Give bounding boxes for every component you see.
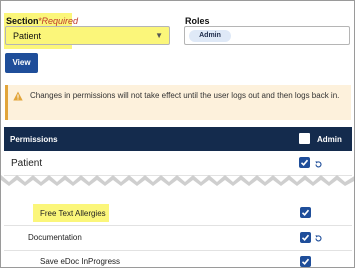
- permission-row-documentation: Documentation: [4, 226, 352, 251]
- permissions-table-header: Permissions Admin: [4, 127, 352, 151]
- permission-row-label: Patient: [11, 158, 43, 169]
- permission-row-free-text-allergies: Free Text Allergies: [4, 200, 352, 225]
- admin-column-label: Admin: [317, 135, 342, 144]
- role-chip-admin[interactable]: Admin: [189, 30, 231, 42]
- permission-row-label: Save eDoc InProgress: [40, 257, 121, 266]
- torn-edge-divider: [1, 175, 354, 186]
- permissions-header-title: Permissions: [10, 135, 58, 144]
- section-select-value: Patient: [13, 31, 42, 41]
- permissions-alert: Changes in permissions will not take eff…: [5, 85, 351, 120]
- section-label: Section: [6, 16, 39, 26]
- warning-icon: [13, 91, 23, 101]
- admin-permission-checkbox[interactable]: [299, 157, 310, 168]
- permission-row-label: Documentation: [28, 233, 82, 242]
- chevron-down-icon: ▼: [155, 31, 163, 40]
- roles-input[interactable]: Admin: [184, 26, 350, 45]
- reset-icon[interactable]: [314, 234, 323, 243]
- view-button[interactable]: View: [5, 53, 38, 73]
- permission-row-label: Free Text Allergies: [40, 209, 106, 218]
- roles-label: Roles: [185, 16, 210, 26]
- reset-icon[interactable]: [314, 160, 323, 169]
- admin-permission-checkbox[interactable]: [300, 256, 311, 267]
- required-indicator: *Required: [38, 16, 79, 26]
- admin-permission-checkbox[interactable]: [300, 207, 311, 218]
- admin-select-all-checkbox[interactable]: [299, 133, 310, 144]
- section-select[interactable]: Patient ▼: [5, 26, 170, 45]
- permissions-panel: Section *Required Patient ▼ Roles Admin …: [0, 0, 355, 268]
- admin-permission-checkbox[interactable]: [300, 232, 311, 243]
- permission-row-save-edoc-inprogress: Save eDoc InProgress: [4, 251, 352, 267]
- alert-text: Changes in permissions will not take eff…: [30, 91, 340, 100]
